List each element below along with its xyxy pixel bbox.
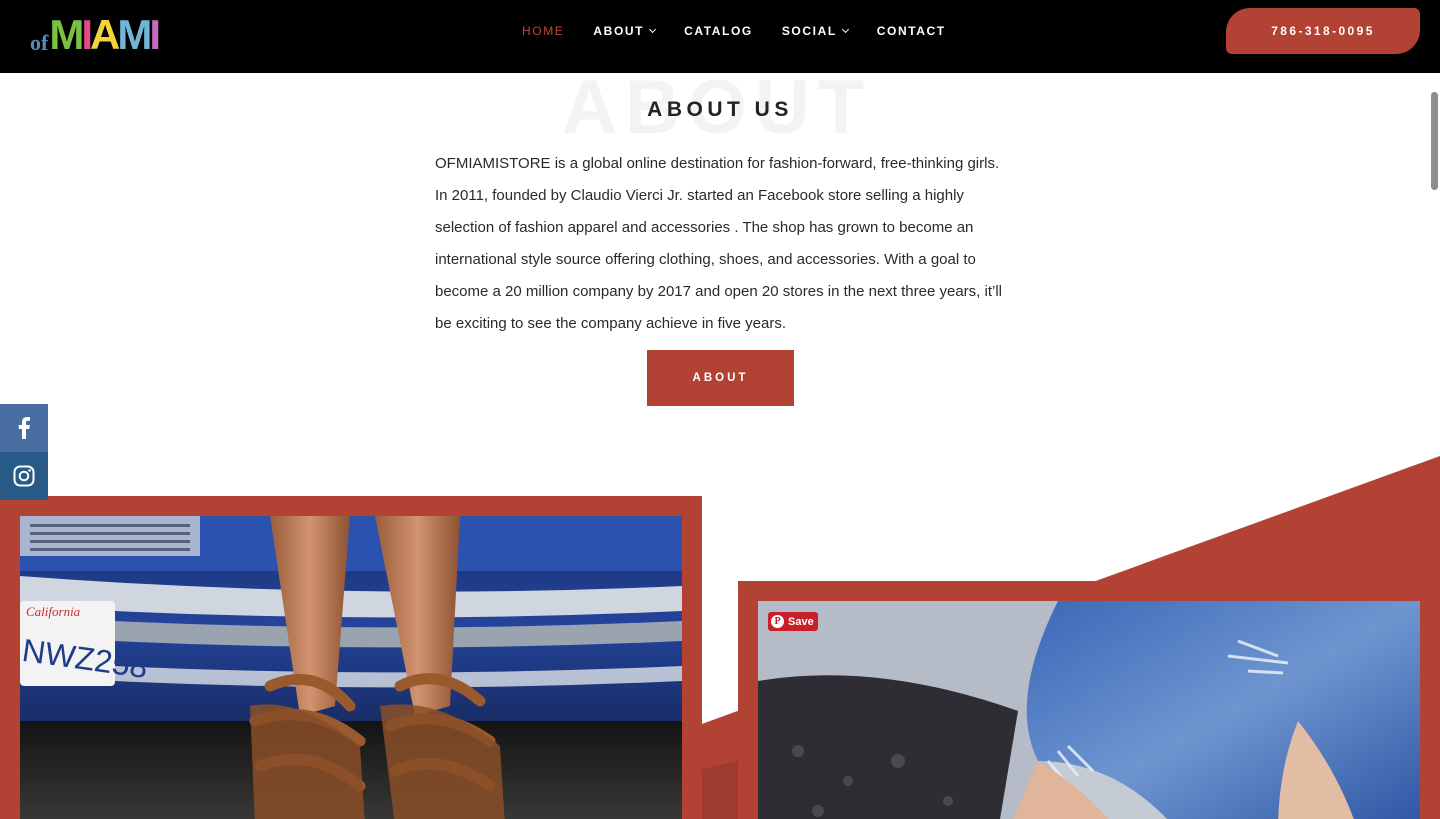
- pinterest-save-button[interactable]: P Save: [768, 612, 818, 631]
- nav-item-home[interactable]: HOME: [522, 24, 564, 38]
- nav-item-social[interactable]: SOCIAL: [781, 24, 849, 38]
- facebook-button[interactable]: [0, 404, 48, 452]
- logo-letter: I: [81, 11, 93, 59]
- nav-label: CATALOG: [684, 24, 753, 38]
- site-logo[interactable]: of MIAMI: [30, 11, 170, 59]
- sandals-photo: California NWZ258: [20, 516, 682, 819]
- nav-label: SOCIAL: [781, 24, 837, 38]
- nav-label: ABOUT: [593, 24, 645, 38]
- instagram-icon: [13, 465, 35, 487]
- facebook-icon: [18, 417, 30, 439]
- gallery-photo-2[interactable]: [758, 601, 1420, 819]
- logo-wordmark: MIAMI: [49, 11, 161, 59]
- gallery-photo-1[interactable]: California NWZ258: [20, 516, 682, 819]
- nav-item-catalog[interactable]: CATALOG: [684, 24, 753, 38]
- logo-letter: M: [49, 11, 84, 59]
- jeans-photo: [758, 601, 1420, 819]
- logo-letter: M: [117, 11, 152, 59]
- save-label: Save: [788, 615, 814, 628]
- logo-prefix: of: [30, 30, 49, 55]
- nav-label: HOME: [522, 24, 565, 38]
- instagram-button[interactable]: [0, 452, 48, 500]
- pinterest-icon: P: [771, 615, 784, 628]
- social-sidebar: [0, 404, 48, 500]
- nav-item-about[interactable]: ABOUT: [593, 24, 657, 38]
- logo-letter: I: [149, 11, 161, 59]
- phone-button[interactable]: 786-318-0095: [1226, 8, 1420, 54]
- svg-text:California: California: [26, 604, 81, 619]
- main-nav: HOME ABOUT CATALOG SOCIAL CONTACT: [522, 24, 975, 38]
- nav-item-contact[interactable]: CONTACT: [877, 24, 946, 38]
- site-header: of MIAMI HOME ABOUT CATALOG SOCIAL CONTACT 7…: [0, 0, 1440, 73]
- nav-label: CONTACT: [876, 24, 946, 38]
- chevron-down-icon: [841, 25, 849, 34]
- chevron-down-icon: [649, 25, 657, 34]
- logo-letter: A: [90, 11, 120, 59]
- page-scrollbar[interactable]: [1431, 92, 1438, 190]
